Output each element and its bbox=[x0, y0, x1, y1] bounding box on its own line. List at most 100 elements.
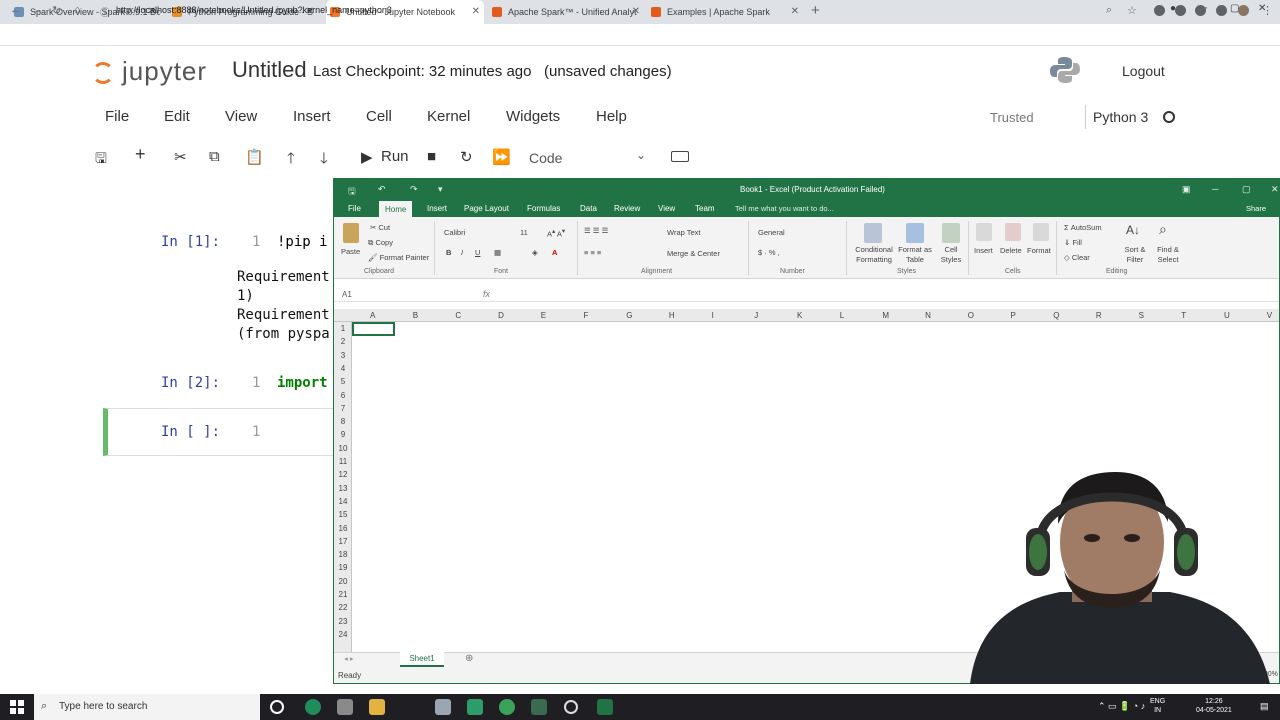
wrap-text-button[interactable]: Wrap Text bbox=[667, 228, 701, 237]
row-header[interactable]: 7 bbox=[334, 404, 352, 413]
excel-save-icon[interactable]: 🖫 bbox=[348, 184, 356, 200]
insert-cells-icon[interactable] bbox=[976, 223, 992, 241]
bold-icon[interactable]: B bbox=[446, 248, 451, 257]
column-header[interactable]: H bbox=[669, 311, 675, 320]
row-header[interactable]: 18 bbox=[334, 550, 352, 559]
ribbon-tab-team[interactable]: Team bbox=[695, 204, 715, 213]
cell-code[interactable]: !pip i bbox=[277, 234, 328, 250]
forward-icon[interactable]: → bbox=[32, 4, 43, 16]
row-header[interactable]: 12 bbox=[334, 470, 352, 479]
run-button[interactable]: Run bbox=[381, 148, 409, 165]
row-header[interactable]: 8 bbox=[334, 417, 352, 426]
row-header[interactable]: 23 bbox=[334, 617, 352, 626]
column-header[interactable]: D bbox=[498, 311, 504, 320]
ribbon-tab-data[interactable]: Data bbox=[580, 204, 597, 213]
excel-maximize-icon[interactable]: ▢ bbox=[1242, 184, 1251, 195]
menu-file[interactable]: File bbox=[105, 108, 129, 125]
tell-me-search[interactable]: Tell me what you want to do... bbox=[735, 204, 834, 213]
trusted-indicator[interactable]: Trusted bbox=[990, 110, 1034, 125]
share-button[interactable]: Share bbox=[1246, 204, 1266, 213]
browser-tab-examples[interactable]: Examples | Apache Spark ✕ bbox=[647, 0, 803, 24]
app-icon[interactable] bbox=[531, 699, 547, 715]
tab-close-icon[interactable]: ✕ bbox=[632, 6, 640, 17]
font-name-select[interactable]: Calibri bbox=[444, 228, 465, 237]
row-header[interactable]: 1 bbox=[334, 324, 352, 333]
browser-tab-apache-spark[interactable]: Apache Spark™ - Unified Analyt ✕ bbox=[488, 0, 644, 24]
extension-icon[interactable] bbox=[1216, 5, 1227, 16]
avatar[interactable] bbox=[1238, 5, 1249, 16]
more-menu-icon[interactable]: ⋮ bbox=[1262, 4, 1273, 17]
row-header[interactable]: 20 bbox=[334, 577, 352, 586]
delete-cells-icon[interactable] bbox=[1005, 223, 1021, 241]
column-header[interactable]: Q bbox=[1053, 311, 1059, 320]
save-icon[interactable]: 🖫 bbox=[95, 148, 107, 172]
cut-button[interactable]: ✂ Cut bbox=[370, 223, 390, 232]
row-header[interactable]: 13 bbox=[334, 484, 352, 493]
file-explorer-icon[interactable] bbox=[369, 699, 385, 715]
app-icon[interactable] bbox=[435, 699, 451, 715]
reload-icon[interactable]: ↻ bbox=[52, 4, 61, 17]
keyboard-icon[interactable] bbox=[671, 151, 689, 162]
row-header[interactable]: 9 bbox=[334, 430, 352, 439]
menu-view[interactable]: View bbox=[225, 108, 257, 125]
column-header[interactable]: O bbox=[968, 311, 974, 320]
fx-icon[interactable]: fx bbox=[483, 289, 490, 299]
run-icon[interactable]: ▶ bbox=[361, 148, 373, 166]
row-header[interactable]: 21 bbox=[334, 590, 352, 599]
cell-code[interactable]: import bbox=[277, 375, 328, 391]
menu-kernel[interactable]: Kernel bbox=[427, 108, 470, 125]
insert-cells-button[interactable]: Insert bbox=[974, 246, 993, 255]
ribbon-display-icon[interactable]: ▣ bbox=[1182, 184, 1191, 195]
column-header[interactable]: N bbox=[925, 311, 931, 320]
format-cells-button[interactable]: Format bbox=[1027, 246, 1051, 255]
taskbar-search-input[interactable]: Type here to search bbox=[59, 701, 147, 712]
undo-icon[interactable]: ↶ bbox=[378, 184, 386, 195]
font-color-icon[interactable]: A bbox=[552, 248, 557, 257]
jupyter-logo[interactable]: jupyter bbox=[92, 56, 207, 87]
fast-forward-icon[interactable]: ⏩ bbox=[492, 148, 511, 166]
insert-cell-icon[interactable]: + bbox=[135, 144, 146, 165]
column-header[interactable]: C bbox=[455, 311, 461, 320]
active-cell-a1[interactable] bbox=[352, 322, 395, 336]
format-as-table-icon[interactable] bbox=[906, 223, 924, 243]
column-header[interactable]: F bbox=[584, 311, 589, 320]
menu-widgets[interactable]: Widgets bbox=[506, 108, 560, 125]
underline-icon[interactable]: U bbox=[475, 248, 480, 257]
column-header[interactable]: E bbox=[541, 311, 546, 320]
notebook-title[interactable]: Untitled bbox=[232, 57, 307, 83]
column-header[interactable]: S bbox=[1139, 311, 1144, 320]
home-icon[interactable]: ⌂ bbox=[74, 4, 81, 16]
site-info-icon[interactable]: ⓘ bbox=[100, 4, 110, 19]
ribbon-tab-page-layout[interactable]: Page Layout bbox=[464, 204, 509, 213]
align-top-icon[interactable]: ☰ ☰ ☰ bbox=[584, 226, 608, 235]
app-icon[interactable] bbox=[467, 699, 483, 715]
excel-minimize-icon[interactable]: ─ bbox=[1212, 184, 1218, 194]
excel-close-icon[interactable]: ✕ bbox=[1271, 184, 1279, 195]
row-header[interactable]: 19 bbox=[334, 563, 352, 572]
find-select-button[interactable]: Find & Select bbox=[1152, 245, 1184, 265]
row-header[interactable]: 5 bbox=[334, 377, 352, 386]
copy-button[interactable]: ⧉ Copy bbox=[368, 238, 393, 248]
restart-icon[interactable]: ↻ bbox=[460, 148, 473, 166]
task-view-icon[interactable] bbox=[337, 699, 353, 715]
format-as-table-button[interactable]: Format as Table bbox=[896, 245, 934, 265]
column-header[interactable]: L bbox=[840, 311, 844, 320]
row-header[interactable]: 11 bbox=[334, 457, 352, 466]
column-header[interactable]: K bbox=[797, 311, 802, 320]
extension-icon[interactable] bbox=[1195, 5, 1206, 16]
kernel-name[interactable]: Python 3 bbox=[1093, 109, 1148, 125]
format-cells-icon[interactable] bbox=[1033, 223, 1049, 241]
italic-icon[interactable]: I bbox=[461, 248, 463, 257]
extension-icon[interactable] bbox=[1175, 5, 1186, 16]
cut-icon[interactable]: ✂ bbox=[174, 148, 187, 166]
url-field[interactable]: http://localhost:8888/notebooks/Untitled… bbox=[116, 5, 392, 15]
menu-edit[interactable]: Edit bbox=[164, 108, 190, 125]
number-format-select[interactable]: General bbox=[758, 228, 785, 237]
logout-button[interactable]: Logout bbox=[1122, 63, 1165, 79]
column-header[interactable]: A bbox=[370, 311, 375, 320]
back-icon[interactable]: ← bbox=[10, 4, 21, 16]
column-header[interactable]: P bbox=[1011, 311, 1016, 320]
row-header[interactable]: 16 bbox=[334, 524, 352, 533]
sort-filter-icon[interactable]: A↓ bbox=[1126, 223, 1140, 237]
column-header[interactable]: R bbox=[1096, 311, 1102, 320]
